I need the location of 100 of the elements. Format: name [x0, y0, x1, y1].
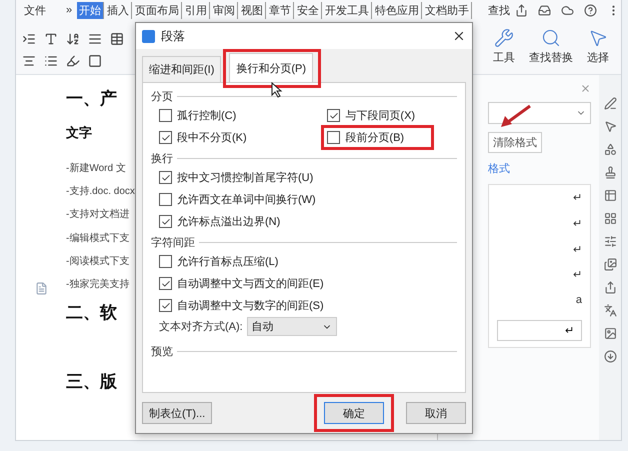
checkbox-option[interactable]: 自动调整中文与西文的间距(E) — [159, 276, 324, 291]
shapes-icon[interactable] — [604, 143, 616, 156]
checkbox[interactable] — [159, 277, 172, 290]
alignment-dropdown[interactable]: 自动 — [246, 317, 337, 336]
section-title: 字符间距 — [151, 236, 195, 250]
close-button[interactable] — [452, 29, 466, 43]
table-icon[interactable] — [604, 189, 616, 202]
ok-button[interactable]: 确定 — [324, 402, 384, 424]
checkmark-icon — [328, 110, 339, 120]
ribbon-tab[interactable]: 安全 — [295, 2, 322, 18]
text-line: -支持对文档进 — [66, 208, 130, 222]
text-line: -编辑模式下支 — [66, 232, 130, 246]
wrench-icon — [494, 28, 514, 48]
more-tabs[interactable]: » — [62, 4, 76, 16]
image-icon[interactable] — [604, 327, 616, 340]
format-link[interactable]: 格式 — [488, 161, 591, 176]
arrow-icon — [500, 104, 532, 128]
ribbon-tab[interactable]: 章节 — [267, 2, 294, 18]
checkbox[interactable] — [327, 109, 340, 122]
download-icon[interactable] — [604, 350, 616, 363]
checkbox-option[interactable]: 段中不分页(K) — [159, 130, 247, 145]
checkbox[interactable] — [159, 215, 172, 228]
pointer-icon[interactable] — [604, 120, 616, 133]
checkbox-option[interactable]: 允许行首标点压缩(L) — [159, 254, 278, 269]
checkbox[interactable] — [159, 171, 172, 184]
tray-icon[interactable] — [538, 4, 552, 16]
section-title: 换行 — [151, 152, 173, 166]
ribbon-tab[interactable]: 开始 — [77, 2, 104, 18]
clear-format-button[interactable]: 清除格式 — [488, 132, 542, 153]
file-menu[interactable]: 文件 — [20, 2, 50, 18]
search-icon — [541, 28, 561, 48]
toolbar-button[interactable]: 工具 — [491, 28, 517, 74]
checkmark-icon — [160, 132, 170, 142]
checkbox[interactable] — [159, 255, 172, 268]
section-title: 分页 — [151, 90, 173, 104]
spacing-icon[interactable] — [88, 32, 102, 46]
pointer-icon — [588, 28, 608, 48]
toolbar-button[interactable]: 选择 — [585, 28, 611, 74]
checkbox-option[interactable]: 自动调整中文与数字的间距(S) — [159, 298, 324, 313]
checkmark-icon — [160, 172, 170, 182]
checkbox[interactable] — [159, 131, 172, 144]
ribbon-tab[interactable]: 引用 — [183, 2, 210, 18]
sliders-icon[interactable] — [604, 235, 616, 248]
section-title: 预览 — [151, 345, 173, 359]
highlight-icon[interactable] — [66, 54, 80, 68]
text-line: -支持.doc. docx. — [66, 184, 138, 199]
ribbon-tab[interactable]: 页面布局 — [133, 2, 182, 18]
pen-icon[interactable] — [604, 97, 616, 110]
frame-icon[interactable] — [88, 54, 102, 68]
ribbon-tab[interactable]: 审阅 — [211, 2, 238, 18]
cancel-button[interactable]: 取消 — [406, 402, 466, 424]
grid-icon[interactable] — [604, 212, 616, 225]
close-icon[interactable] — [580, 83, 591, 94]
checkbox-option[interactable]: 段前分页(B) — [327, 130, 404, 145]
checkmark-icon — [160, 300, 170, 310]
list-icon[interactable] — [44, 54, 58, 68]
checkbox-option[interactable]: 允许标点溢出边界(N) — [159, 214, 280, 229]
paragraph-mark: a — [576, 294, 582, 308]
text-line: -独家完美支持 — [66, 278, 130, 292]
indent-icon[interactable] — [22, 32, 36, 46]
font-size-icon[interactable] — [44, 32, 58, 46]
paragraph-mark: ↵ — [573, 268, 582, 284]
align-icon[interactable] — [22, 54, 36, 68]
checkbox-option[interactable]: 按中文习惯控制首尾字符(U) — [159, 170, 314, 185]
ribbon-tab[interactable]: 插入 — [105, 2, 132, 18]
stamp-icon[interactable] — [604, 166, 616, 179]
translate-icon[interactable] — [604, 304, 616, 317]
paragraph-mark: ↵ — [573, 216, 582, 232]
help-icon[interactable] — [584, 4, 598, 16]
sort-icon[interactable] — [66, 32, 80, 46]
ribbon-tab[interactable]: 特色应用 — [373, 2, 422, 18]
border-icon[interactable] — [110, 32, 124, 46]
checkmark-icon — [160, 216, 170, 226]
share-icon[interactable] — [604, 281, 616, 294]
checkbox[interactable] — [159, 299, 172, 312]
checkbox[interactable] — [159, 193, 172, 206]
search-label[interactable]: 查找 — [484, 2, 514, 18]
images-icon[interactable] — [604, 258, 616, 271]
ribbon-tab[interactable]: 视图 — [239, 2, 266, 18]
checkmark-icon — [160, 278, 170, 288]
dialog-tab[interactable]: 缩进和间距(I) — [142, 56, 222, 82]
checkbox-option[interactable]: 与下段同页(X) — [327, 108, 416, 123]
ribbon-tab[interactable]: 开发工具 — [323, 2, 372, 18]
toolbar-button[interactable]: 查找替换 — [527, 28, 575, 74]
dialog-tab[interactable]: 换行和分页(P) — [229, 53, 314, 82]
ribbon-tab[interactable]: 文档助手 — [423, 2, 472, 18]
tab-stops-button[interactable]: 制表位(T)... — [142, 402, 212, 424]
style-dropdown[interactable] — [488, 102, 591, 124]
checkbox-option[interactable]: 允许西文在单词中间换行(W) — [159, 192, 316, 207]
share-icon[interactable] — [515, 4, 528, 16]
style-input[interactable]: ↵ — [497, 320, 582, 341]
checkbox[interactable] — [159, 109, 172, 122]
checkbox-option[interactable]: 孤行控制(C) — [159, 108, 236, 123]
cloud-icon[interactable] — [561, 4, 574, 16]
checkbox[interactable] — [327, 131, 340, 144]
app-icon — [142, 30, 155, 42]
paragraph-mark: ↵ — [573, 242, 582, 258]
dialog-title: 段落 — [161, 28, 185, 44]
heading: 二、软 — [66, 302, 118, 324]
field-label: 文本对齐方式(A): — [159, 320, 243, 334]
